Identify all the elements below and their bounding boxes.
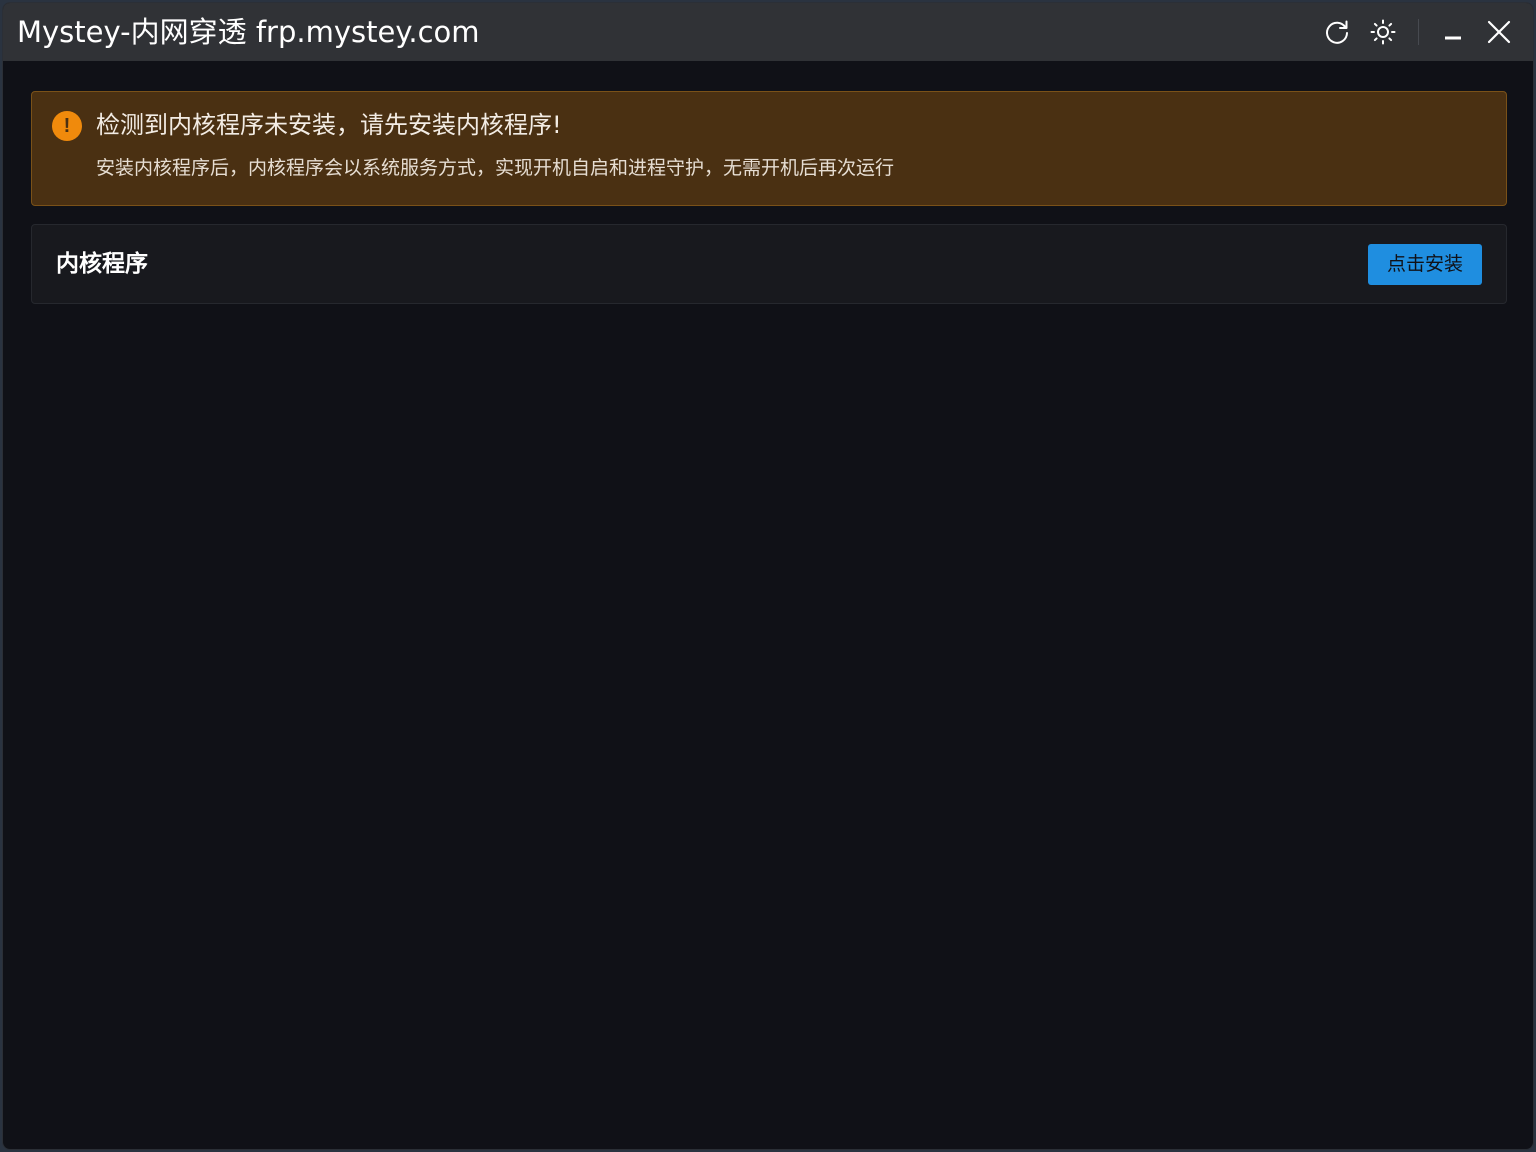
minimize-icon [1441, 20, 1465, 44]
kernel-card: 内核程序 点击安装 [31, 224, 1507, 304]
install-button[interactable]: 点击安装 [1368, 244, 1482, 285]
title-bar[interactable]: Mystey-内网穿透 frp.mystey.com [3, 3, 1533, 61]
window-title: Mystey-内网穿透 frp.mystey.com [17, 15, 480, 49]
refresh-icon [1323, 18, 1351, 46]
kernel-card-title: 内核程序 [56, 251, 148, 277]
close-button[interactable] [1479, 12, 1519, 52]
theme-toggle-button[interactable] [1363, 12, 1403, 52]
app-window: Mystey-内网穿透 frp.mystey.com ! 检测到内核程序未安装，… [2, 2, 1534, 1150]
close-icon [1486, 19, 1512, 45]
minimize-button[interactable] [1433, 12, 1473, 52]
titlebar-divider [1418, 19, 1419, 45]
kernel-not-installed-alert: ! 检测到内核程序未安装，请先安装内核程序! 安装内核程序后，内核程序会以系统服… [31, 91, 1507, 206]
refresh-button[interactable] [1317, 12, 1357, 52]
alert-title: 检测到内核程序未安装，请先安装内核程序! [96, 111, 562, 139]
exclamation-icon: ! [52, 111, 82, 141]
alert-description: 安装内核程序后，内核程序会以系统服务方式，实现开机自启和进程守护，无需开机后再次… [96, 157, 895, 179]
sun-icon [1369, 18, 1397, 46]
